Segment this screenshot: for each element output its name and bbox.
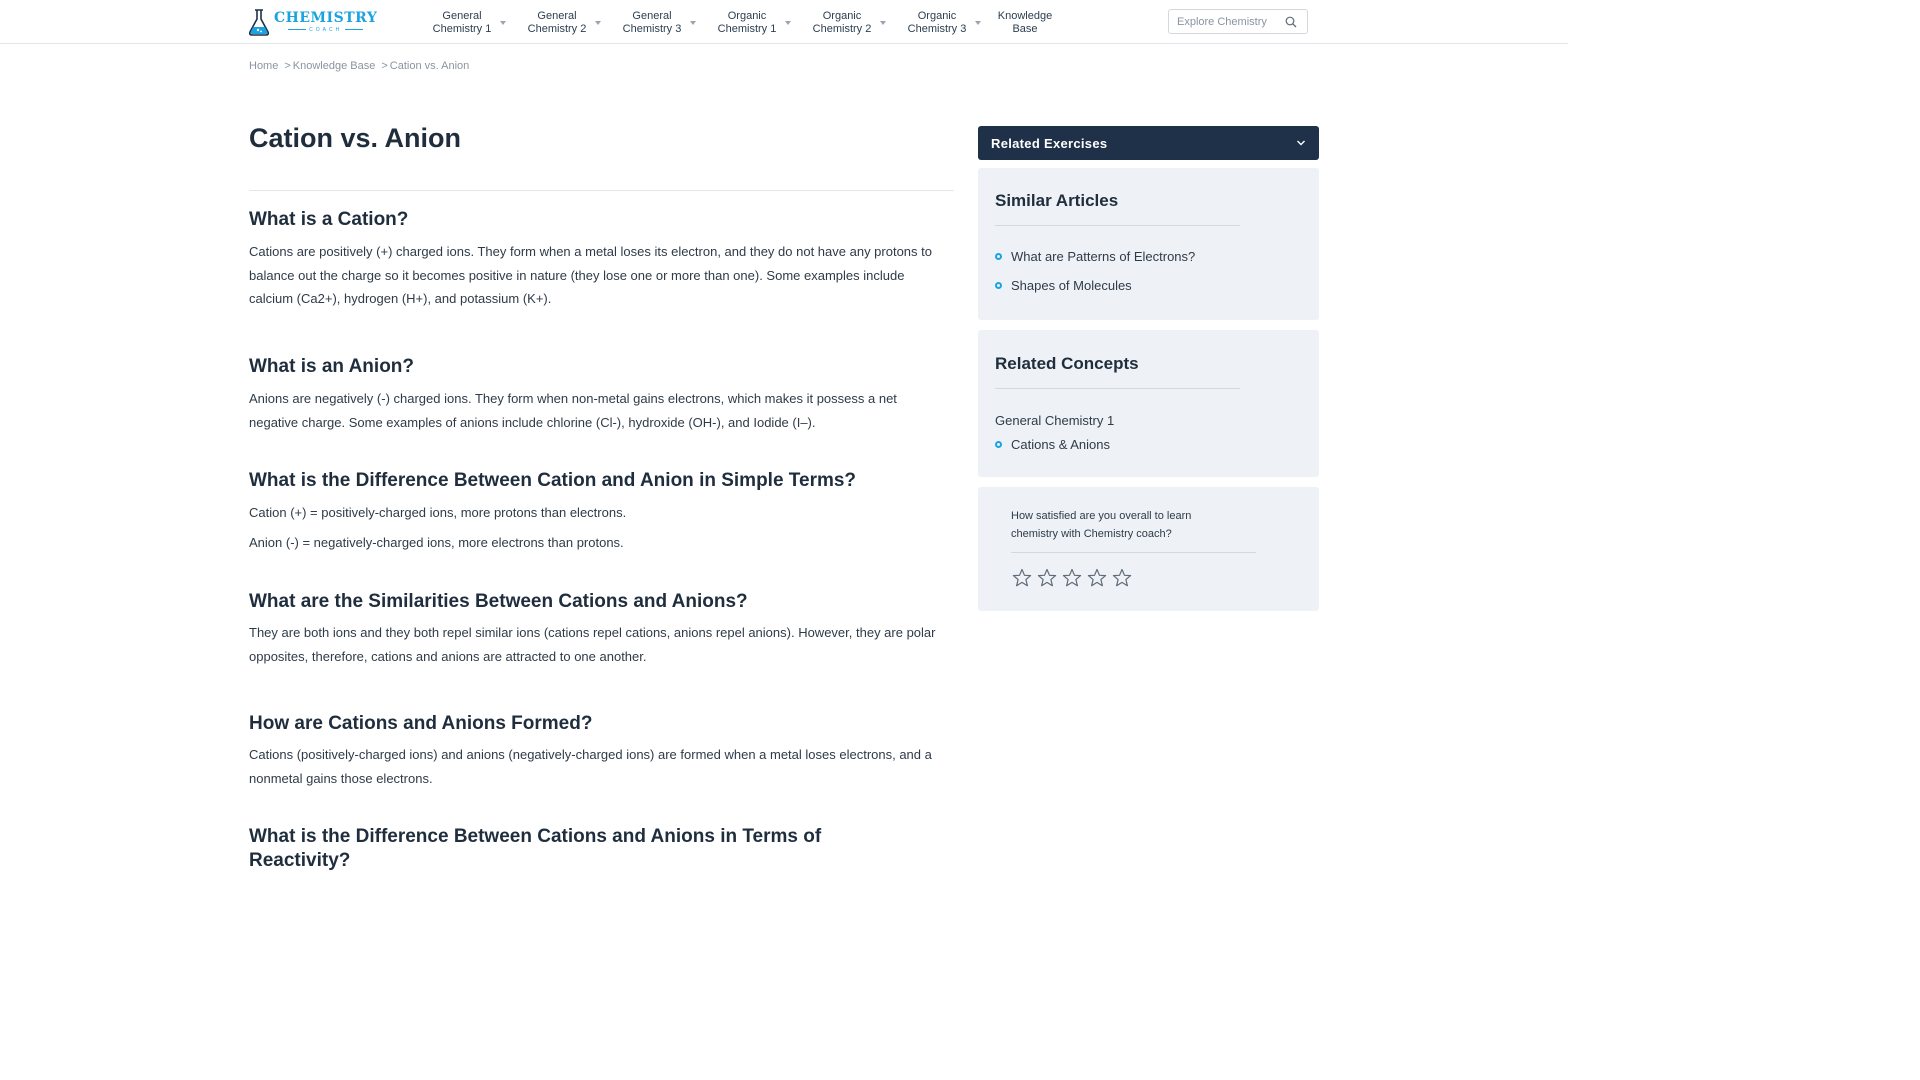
logo-subtitle: COACH <box>274 26 377 34</box>
star-outline-icon[interactable] <box>1087 568 1107 588</box>
survey-question: How satisfied are you overall to learn c… <box>1011 510 1192 540</box>
card-title: Similar Articles <box>995 191 1119 210</box>
nav-label: Knowledge Base <box>997 10 1053 35</box>
star-rating[interactable] <box>1012 568 1132 588</box>
card-divider <box>995 388 1240 389</box>
satisfaction-survey-card: How satisfied are you overall to learn c… <box>978 487 1319 611</box>
caret-down-icon <box>690 21 696 25</box>
related-concepts-card: Related Concepts General Chemistry 1 Cat… <box>978 330 1319 477</box>
link-label: Shapes of Molecules <box>1011 278 1132 293</box>
section-heading: What is the Difference Between Cation an… <box>249 470 857 491</box>
star-outline-icon[interactable] <box>1012 568 1032 588</box>
logo-wordmark: CHEMISTRY <box>274 9 378 26</box>
chevron-down-icon <box>1297 140 1305 146</box>
section-paragraph: Anions are negatively (-) charged ions. … <box>249 391 897 430</box>
nav-general-chemistry-3[interactable]: General Chemistry 3 <box>620 8 696 38</box>
nav-label: General Chemistry 1 <box>432 10 492 35</box>
nav-general-chemistry-1[interactable]: General Chemistry 1 <box>430 8 506 38</box>
bullet-icon <box>995 441 1002 448</box>
caret-down-icon <box>500 21 506 25</box>
star-outline-icon[interactable] <box>1112 568 1132 588</box>
bullet-icon <box>995 282 1002 289</box>
nav-label: Organic Chemistry 2 <box>812 10 872 35</box>
caret-down-icon <box>880 21 886 25</box>
search-box[interactable]: Explore Chemistry <box>1168 9 1308 34</box>
breadcrumb-separator: > <box>284 60 291 72</box>
section-heading: What is the Difference Between Cations a… <box>249 826 822 871</box>
page-title: Cation vs. Anion <box>249 123 462 153</box>
section-paragraph: Cations are positively (+) charged ions.… <box>249 244 932 306</box>
nav-knowledge-base[interactable]: Knowledge Base <box>993 8 1057 38</box>
card-divider <box>1011 552 1256 553</box>
breadcrumb-separator: > <box>381 60 388 72</box>
section-paragraph: Anion (-) = negatively-charged ions, mor… <box>249 535 624 550</box>
related-exercises-toggle[interactable]: Related Exercises <box>978 126 1319 160</box>
breadcrumb-current: Cation vs. Anion <box>389 60 470 72</box>
nav-label: Organic Chemistry 1 <box>717 10 777 35</box>
related-concept-link[interactable]: Cations & Anions <box>995 437 1110 452</box>
section-paragraph: They are both ions and they both repel s… <box>249 625 936 664</box>
breadcrumb-home[interactable]: Home <box>249 60 278 72</box>
section-heading: What is a Cation? <box>249 209 409 230</box>
nav-organic-chemistry-2[interactable]: Organic Chemistry 2 <box>810 8 886 38</box>
card-title: Related Concepts <box>995 354 1139 373</box>
card-divider <box>995 225 1240 226</box>
nav-organic-chemistry-3[interactable]: Organic Chemistry 3 <box>905 8 981 38</box>
nav-organic-chemistry-1[interactable]: Organic Chemistry 1 <box>715 8 791 38</box>
site-logo[interactable]: CHEMISTRY COACH <box>249 8 377 36</box>
caret-down-icon <box>785 21 791 25</box>
search-input[interactable]: Explore Chemistry <box>1169 16 1285 28</box>
concept-group-label[interactable]: General Chemistry 1 <box>995 413 1114 428</box>
link-label: What are Patterns of Electrons? <box>1011 249 1196 264</box>
flask-icon <box>249 8 269 36</box>
star-outline-icon[interactable] <box>1037 568 1057 588</box>
similar-article-link[interactable]: Shapes of Molecules <box>995 278 1132 293</box>
nav-label: General Chemistry 2 <box>527 10 587 35</box>
search-icon[interactable] <box>1285 16 1297 28</box>
section-heading: What are the Similarities Between Cation… <box>249 591 748 612</box>
similar-article-link[interactable]: What are Patterns of Electrons? <box>995 249 1195 264</box>
section-heading: What is an Anion? <box>249 356 415 377</box>
nav-label: General Chemistry 3 <box>622 10 682 35</box>
breadcrumb: Home > Knowledge Base > Cation vs. Anion <box>249 60 469 72</box>
section-paragraph: Cation (+) = positively-charged ions, mo… <box>249 505 627 520</box>
caret-down-icon <box>595 21 601 25</box>
link-label: Cations & Anions <box>1011 437 1111 452</box>
breadcrumb-knowledge-base[interactable]: Knowledge Base <box>293 60 376 72</box>
similar-articles-card: Similar Articles What are Patterns of El… <box>978 168 1319 320</box>
nav-label: Organic Chemistry 3 <box>907 10 967 35</box>
related-exercises-label: Related Exercises <box>991 135 1108 151</box>
nav-general-chemistry-2[interactable]: General Chemistry 2 <box>525 8 601 38</box>
site-header: CHEMISTRY COACH General Chemistry 1 Gene… <box>0 0 1568 44</box>
star-outline-icon[interactable] <box>1062 568 1082 588</box>
caret-down-icon <box>975 21 981 25</box>
section-heading: How are Cations and Anions Formed? <box>249 713 593 734</box>
title-divider <box>249 190 954 191</box>
section-paragraph: Cations (positively-charged ions) and an… <box>249 747 932 786</box>
bullet-icon <box>995 253 1002 260</box>
